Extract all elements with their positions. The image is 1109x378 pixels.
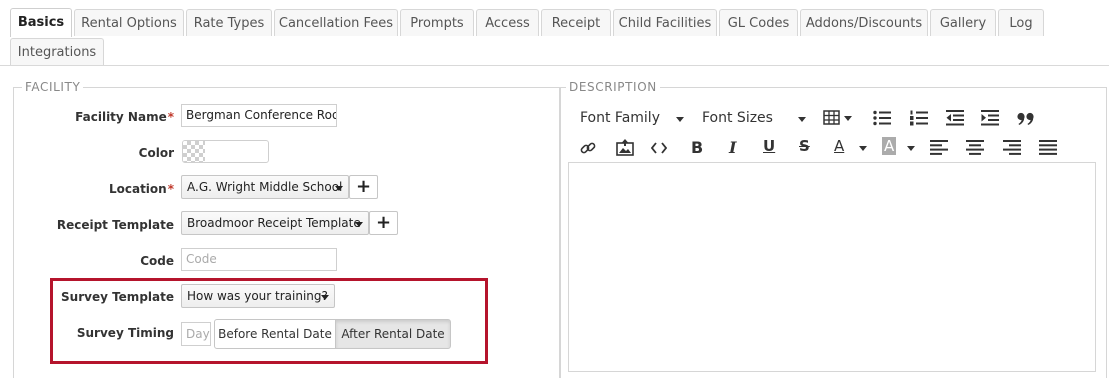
tab-rental-options[interactable]: Rental Options — [74, 9, 184, 36]
insert-image-icon[interactable] — [616, 139, 634, 156]
bold-button[interactable]: B — [691, 138, 703, 157]
italic-button[interactable]: I — [729, 138, 736, 157]
transparent-swatch-icon — [183, 141, 205, 162]
receipt-template-label: Receipt Template — [56, 218, 174, 232]
align-center-icon[interactable] — [966, 140, 984, 155]
font-family-label: Font Family — [580, 110, 660, 126]
facility-name-input[interactable]: Bergman Conference Room — [181, 104, 337, 127]
strikethrough-button[interactable]: S — [799, 137, 810, 155]
underline-button[interactable]: U — [763, 137, 775, 155]
tab-log[interactable]: Log — [998, 9, 1044, 36]
tab-access[interactable]: Access — [476, 9, 539, 36]
chevron-down-icon — [859, 146, 867, 151]
facility-name-label: Facility Name* — [75, 110, 174, 124]
tab-gallery[interactable]: Gallery — [930, 9, 996, 36]
facility-name-label-text: Facility Name — [75, 110, 167, 124]
chevron-down-icon — [676, 117, 684, 122]
tab-rate-types[interactable]: Rate Types — [186, 9, 272, 36]
chevron-down-icon — [335, 186, 343, 191]
align-left-icon[interactable] — [930, 140, 948, 155]
chevron-down-icon — [798, 117, 806, 122]
tab-addons-discounts[interactable]: Addons/Discounts — [800, 9, 928, 36]
code-view-icon[interactable] — [651, 141, 667, 155]
tab-cancellation-fees[interactable]: Cancellation Fees — [274, 9, 398, 36]
code-input[interactable]: Code — [181, 248, 337, 271]
font-sizes-label: Font Sizes — [702, 110, 773, 126]
table-icon[interactable] — [823, 110, 855, 126]
text-color-button[interactable]: A — [834, 137, 868, 159]
unordered-list-icon[interactable] — [873, 110, 891, 126]
chevron-down-icon — [907, 146, 915, 151]
code-label: Code — [140, 254, 174, 268]
location-label-text: Location — [108, 182, 167, 196]
description-editor[interactable] — [568, 162, 1096, 372]
outdent-icon[interactable] — [946, 110, 964, 126]
description-legend: DESCRIPTION — [566, 80, 660, 94]
add-location-button[interactable]: + — [349, 175, 378, 199]
location-select-value: A.G. Wright Middle School — [187, 180, 343, 194]
add-receipt-template-button[interactable]: + — [369, 211, 398, 235]
background-color-button[interactable]: A — [882, 137, 916, 159]
color-label: Color — [138, 146, 174, 160]
survey-highlight-box — [50, 278, 488, 364]
receipt-template-select[interactable]: Broadmoor Receipt Template — [181, 211, 369, 235]
tabs-divider — [0, 65, 1109, 66]
tab-receipt[interactable]: Receipt — [541, 9, 611, 36]
background-color-letter: A — [882, 137, 897, 155]
align-justify-icon[interactable] — [1039, 140, 1057, 155]
required-asterisk: * — [167, 182, 174, 196]
ordered-list-icon[interactable] — [910, 110, 928, 126]
chevron-down-icon — [355, 222, 363, 227]
tab-basics[interactable]: Basics — [10, 8, 72, 37]
color-picker[interactable] — [182, 140, 269, 163]
font-family-dropdown[interactable]: Font Family — [580, 110, 686, 130]
font-sizes-dropdown[interactable]: Font Sizes — [702, 110, 808, 130]
tab-integrations[interactable]: Integrations — [10, 38, 104, 65]
blockquote-icon[interactable] — [1017, 112, 1035, 126]
tab-child-facilities[interactable]: Child Facilities — [613, 9, 717, 36]
location-select[interactable]: A.G. Wright Middle School — [181, 175, 349, 199]
location-label: Location* — [109, 182, 174, 196]
tab-gl-codes[interactable]: GL Codes — [719, 9, 798, 36]
indent-icon[interactable] — [981, 110, 999, 126]
align-right-icon[interactable] — [1003, 140, 1021, 155]
text-color-letter: A — [834, 137, 845, 155]
tab-prompts[interactable]: Prompts — [400, 9, 474, 36]
receipt-template-value: Broadmoor Receipt Template — [187, 216, 361, 230]
required-asterisk: * — [167, 110, 174, 124]
facility-legend: FACILITY — [22, 80, 84, 94]
link-icon[interactable] — [580, 140, 596, 156]
